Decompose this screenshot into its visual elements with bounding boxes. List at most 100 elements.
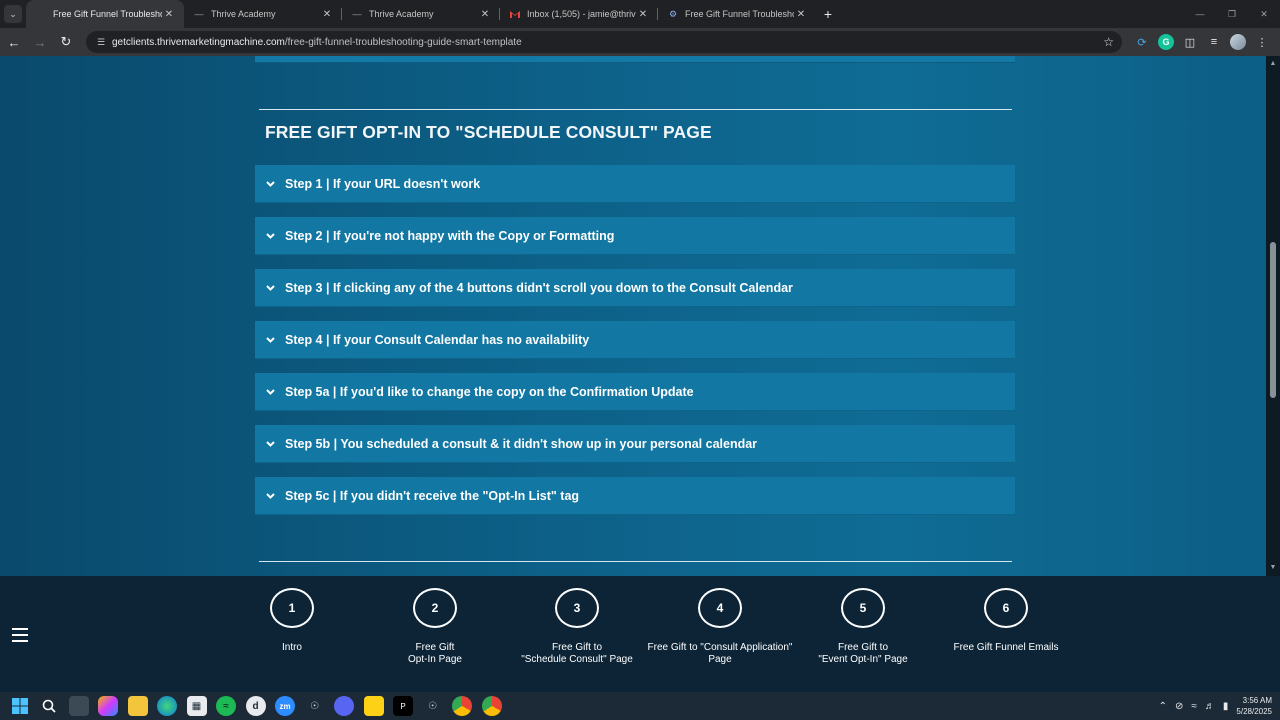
close-icon[interactable]: ✕ — [478, 9, 492, 20]
previous-accordion-edge — [255, 56, 1015, 63]
sticky-notes-icon[interactable] — [363, 696, 384, 716]
browser-toolbar: ← → ↻ ☰ getclients.thrivemarketingmachin… — [0, 28, 1280, 56]
new-tab-plus-icon[interactable]: + — [816, 0, 840, 28]
chrome-icon[interactable] — [452, 696, 472, 716]
bookmark-star-icon[interactable]: ☆ — [1103, 35, 1114, 49]
step-nav-item-1[interactable]: 1 Intro — [217, 588, 367, 654]
step-number-circle: 6 — [984, 588, 1028, 628]
close-icon[interactable]: ✕ — [794, 9, 808, 20]
section-title: FREE GIFT OPT-IN TO "SCHEDULE CONSULT" P… — [265, 122, 712, 142]
refresh-extension-icon[interactable]: ⟳ — [1134, 34, 1150, 50]
grammarly-icon[interactable]: G — [1158, 34, 1174, 50]
tab-title: Free Gift Funnel Troubleshooting — [53, 9, 162, 19]
step-nav-label: Free Gift to "Schedule Consult" Page — [521, 642, 633, 665]
section-divider-top — [259, 109, 1012, 110]
step-nav-item-5[interactable]: 5 Free Gift to "Event Opt-In" Page — [788, 588, 938, 666]
media-control-icon[interactable]: ≡ — [1206, 34, 1222, 50]
discord-icon[interactable] — [334, 696, 354, 716]
step-nav-label: Free Gift Opt-In Page — [408, 642, 462, 665]
accordion-step-3[interactable]: Step 3 | If clicking any of the 4 button… — [255, 269, 1015, 307]
window-close-icon[interactable]: ✕ — [1248, 0, 1280, 28]
accordion-step-5a[interactable]: Step 5a | If you'd like to change the co… — [255, 373, 1015, 411]
tab-search-chevron-icon[interactable]: ⌄ — [4, 5, 22, 23]
forward-arrow-icon[interactable]: → — [28, 30, 52, 54]
windows-start-icon[interactable] — [10, 696, 30, 716]
back-arrow-icon[interactable]: ← — [2, 30, 26, 54]
gear-icon: ⚙ — [668, 8, 678, 19]
scroll-thumb[interactable] — [1270, 242, 1276, 398]
battery-icon[interactable]: ▮ — [1223, 701, 1229, 712]
accordion-step-1[interactable]: Step 1 | If your URL doesn't work — [255, 165, 1015, 203]
profile-avatar[interactable] — [1230, 34, 1246, 50]
chrome-icon-2[interactable] — [481, 696, 502, 716]
accordion-label: Step 2 | If you're not happy with the Co… — [285, 228, 615, 243]
app-d-icon[interactable]: d — [245, 696, 266, 716]
terminal-icon[interactable]: P — [393, 696, 413, 716]
chevron-up-icon[interactable]: ⌃ — [1159, 701, 1167, 712]
accordion-label: Step 4 | If your Consult Calendar has no… — [285, 332, 590, 347]
chevron-down-icon — [265, 335, 275, 345]
step-nav-item-6[interactable]: 6 Free Gift Funnel Emails — [931, 588, 1081, 654]
wifi-icon[interactable]: ≈ — [1191, 701, 1197, 712]
close-icon[interactable]: ✕ — [162, 9, 176, 20]
close-icon[interactable]: ✕ — [320, 9, 334, 20]
accordion-step-5b[interactable]: Step 5b | You scheduled a consult & it d… — [255, 425, 1015, 463]
volume-icon[interactable]: ♬ — [1205, 701, 1215, 712]
file-explorer-icon[interactable] — [127, 696, 148, 716]
page-scrollbar[interactable]: ▲ ▼ — [1266, 56, 1280, 576]
accordion-step-5c[interactable]: Step 5c | If you didn't receive the "Opt… — [255, 477, 1015, 515]
scroll-down-arrow-icon[interactable]: ▼ — [1269, 564, 1277, 572]
page-content: FREE GIFT OPT-IN TO "SCHEDULE CONSULT" P… — [0, 56, 1280, 576]
accordion-label: Step 1 | If your URL doesn't work — [285, 176, 481, 191]
step-nav-item-2[interactable]: 2 Free Gift Opt-In Page — [360, 588, 510, 666]
zoom-icon[interactable]: zm — [275, 696, 295, 716]
store-icon[interactable]: ▦ — [186, 696, 207, 716]
address-bar[interactable]: ☰ getclients.thrivemarketingmachine.com/… — [86, 31, 1122, 53]
step-navigator: 1 Intro 2 Free Gift Opt-In Page 3 Free G… — [0, 576, 1280, 692]
hamburger-menu-icon[interactable] — [12, 628, 28, 642]
browser-tab-bar: ⌄ Free Gift Funnel Troubleshooting ✕ — T… — [0, 0, 1280, 28]
page-icon: — — [194, 9, 204, 19]
close-icon[interactable]: ✕ — [636, 9, 650, 20]
page-icon — [36, 9, 46, 19]
step-number-circle: 2 — [413, 588, 457, 628]
url-host: getclients.thrivemarketingmachine.com — [112, 36, 285, 48]
browser-tab-1[interactable]: Free Gift Funnel Troubleshooting ✕ — [26, 0, 184, 28]
step-nav-label: Free Gift to "Consult Application" Page — [647, 642, 793, 665]
scroll-up-arrow-icon[interactable]: ▲ — [1269, 60, 1277, 68]
extensions-puzzle-icon[interactable]: ◫ — [1182, 34, 1198, 50]
site-info-icon[interactable]: ☰ — [94, 35, 108, 49]
chevron-down-icon — [265, 387, 275, 397]
accordion-step-2[interactable]: Step 2 | If you're not happy with the Co… — [255, 217, 1015, 255]
browser-tab-3[interactable]: — Thrive Academy ✕ — [342, 0, 500, 28]
step-nav-item-3[interactable]: 3 Free Gift to "Schedule Consult" Page — [502, 588, 652, 666]
steam-icon[interactable]: ☉ — [305, 696, 325, 716]
task-view-icon[interactable] — [68, 696, 89, 716]
browser-tab-2[interactable]: — Thrive Academy ✕ — [184, 0, 342, 28]
clock-date: 5/28/2025 — [1236, 707, 1272, 716]
steam-icon-2[interactable]: ☉ — [423, 696, 443, 716]
step-nav-label: Free Gift Funnel Emails — [953, 642, 1059, 653]
tab-title: Thrive Academy — [211, 9, 276, 19]
windows-taskbar: ▦ ≈ d zm ☉ P ☉ ⌃ ⊘ ≈ ♬ ▮ 3:56 AM 5/28/20… — [0, 692, 1280, 720]
clock[interactable]: 3:56 AM 5/28/2025 — [1236, 695, 1272, 717]
browser-tab-4[interactable]: Inbox (1,505) - jamie@thrive-ac ✕ — [500, 0, 658, 28]
gmail-icon — [510, 9, 520, 19]
reload-icon[interactable]: ↻ — [54, 30, 78, 54]
extension-icons: ⟳ G ◫ ≡ ⋮ — [1134, 34, 1270, 50]
minimize-icon[interactable]: — — [1184, 0, 1216, 28]
chevron-down-icon — [265, 179, 275, 189]
network-off-icon[interactable]: ⊘ — [1175, 701, 1183, 712]
step-nav-label: Free Gift to "Event Opt-In" Page — [818, 642, 908, 665]
spotify-icon[interactable]: ≈ — [216, 696, 236, 716]
browser-tab-5[interactable]: ⚙ Free Gift Funnel Troubleshooting ✕ — [658, 0, 816, 28]
copilot-icon[interactable] — [98, 696, 118, 716]
accordion-step-4[interactable]: Step 4 | If your Consult Calendar has no… — [255, 321, 1015, 359]
edge-icon[interactable] — [157, 696, 177, 716]
accordion-label: Step 5c | If you didn't receive the "Opt… — [285, 488, 580, 503]
step-nav-item-4[interactable]: 4 Free Gift to "Consult Application" Pag… — [645, 588, 795, 666]
restore-icon[interactable]: ❐ — [1216, 0, 1248, 28]
browser-menu-icon[interactable]: ⋮ — [1254, 34, 1270, 50]
system-tray: ⌃ ⊘ ≈ ♬ ▮ 3:56 AM 5/28/2025 — [1159, 695, 1280, 717]
search-icon[interactable] — [39, 696, 59, 716]
